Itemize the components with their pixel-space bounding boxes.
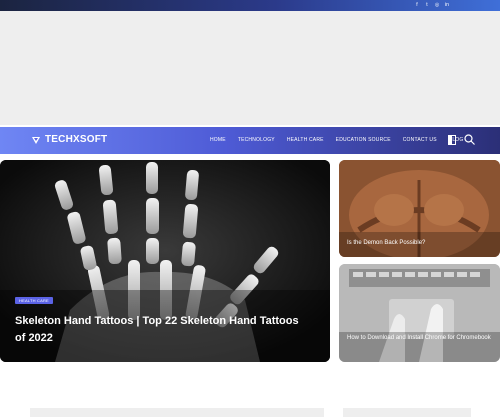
facebook-icon[interactable]: f: [414, 1, 420, 9]
featured-side-title-1[interactable]: Is the Demon Back Possible?: [347, 240, 425, 246]
logo-text: TECHXSOFT: [45, 134, 108, 145]
laptop-typing-image: [339, 264, 500, 362]
social-links: f t ◎ in: [414, 1, 450, 9]
main-navigation: TECHXSOFT HOME TECHNOLOGY HEALTH CARE ED…: [0, 127, 500, 154]
logo-mark-icon: [32, 136, 40, 144]
content-placeholder-left: [30, 408, 324, 417]
top-strip: f t ◎ in: [0, 0, 500, 11]
nav-icons: [448, 134, 475, 145]
instagram-icon[interactable]: ◎: [434, 1, 440, 9]
featured-side-title-2[interactable]: How to Download and Install Chrome for C…: [347, 335, 491, 341]
nav-menu: HOME TECHNOLOGY HEALTH CARE EDUCATION SO…: [210, 137, 463, 143]
search-icon[interactable]: [464, 134, 475, 145]
site-logo[interactable]: TECHXSOFT: [31, 134, 107, 145]
page: f t ◎ in TECHXSOFT HOME TECHNOLOGY HEALT…: [0, 0, 500, 417]
content-placeholder-right: [343, 408, 471, 417]
featured-side-card-2[interactable]: [339, 264, 500, 362]
featured-main-title[interactable]: Skeleton Hand Tattoos | Top 22 Skeleton …: [15, 313, 310, 347]
nav-item-contact-us[interactable]: CONTACT US: [403, 137, 437, 143]
ad-banner-area: [0, 11, 500, 125]
nav-item-education-source[interactable]: EDUCATION SOURCE: [336, 137, 391, 143]
nav-item-home[interactable]: HOME: [210, 137, 226, 143]
dark-mode-toggle-icon[interactable]: [448, 134, 456, 145]
category-badge[interactable]: HEALTH CARE: [15, 297, 53, 304]
nav-item-health-care[interactable]: HEALTH CARE: [287, 137, 324, 143]
twitter-icon[interactable]: t: [424, 1, 430, 9]
linkedin-icon[interactable]: in: [444, 1, 450, 9]
nav-item-technology[interactable]: TECHNOLOGY: [238, 137, 275, 143]
